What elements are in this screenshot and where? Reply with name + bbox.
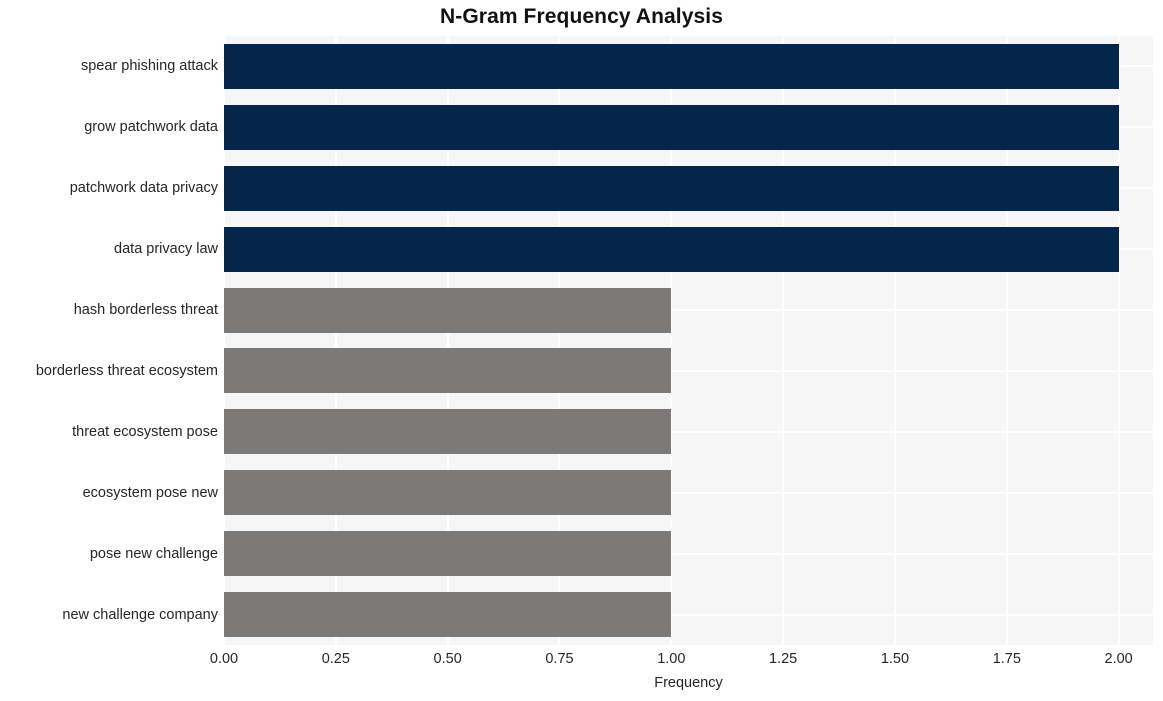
bar (224, 592, 672, 638)
x-axis-tick-label: 1.00 (657, 651, 686, 667)
bar (224, 43, 1119, 89)
x-axis-tick-label: 0.75 (545, 651, 574, 667)
y-axis-tick-label: patchwork data privacy (69, 180, 218, 197)
x-axis-tick-label: 0.00 (209, 651, 239, 667)
x-axis-tick-label: 1.25 (769, 651, 798, 667)
x-axis-tick-label: 0.25 (321, 651, 350, 667)
y-axis-tick-label: spear phishing attack (80, 58, 218, 75)
y-axis-tick-label: threat ecosystem pose (72, 423, 218, 440)
y-axis-tick-label: pose new challenge (89, 545, 218, 562)
bar (224, 409, 672, 455)
y-axis-tick-label: grow patchwork data (84, 119, 218, 136)
x-axis-tick-label: 1.50 (880, 651, 910, 667)
y-axis-tick-label: data privacy law (114, 241, 218, 258)
y-axis-tick-label: ecosystem pose new (82, 484, 218, 501)
bar (224, 287, 672, 333)
bar (224, 165, 1119, 211)
bar (224, 348, 672, 394)
plot-area (224, 36, 1153, 645)
y-axis-tick-label: new challenge company (62, 606, 218, 623)
x-axis-label: Frequency (654, 675, 723, 691)
x-axis-tick-label: 1.75 (992, 651, 1021, 667)
y-axis-tick-label: borderless threat ecosystem (35, 362, 218, 379)
bar (224, 226, 1119, 272)
bar (224, 104, 1119, 150)
x-axis-tick-label: 2.00 (1104, 651, 1133, 667)
chart-title: N-Gram Frequency Analysis (440, 5, 723, 28)
y-axis-tick-label: hash borderless threat (73, 302, 218, 319)
chart-figure: N-Gram Frequency Analysis spear phishing… (0, 0, 1163, 701)
bar (224, 531, 672, 577)
bar (224, 470, 672, 516)
x-axis-tick-label: 0.50 (433, 651, 462, 667)
